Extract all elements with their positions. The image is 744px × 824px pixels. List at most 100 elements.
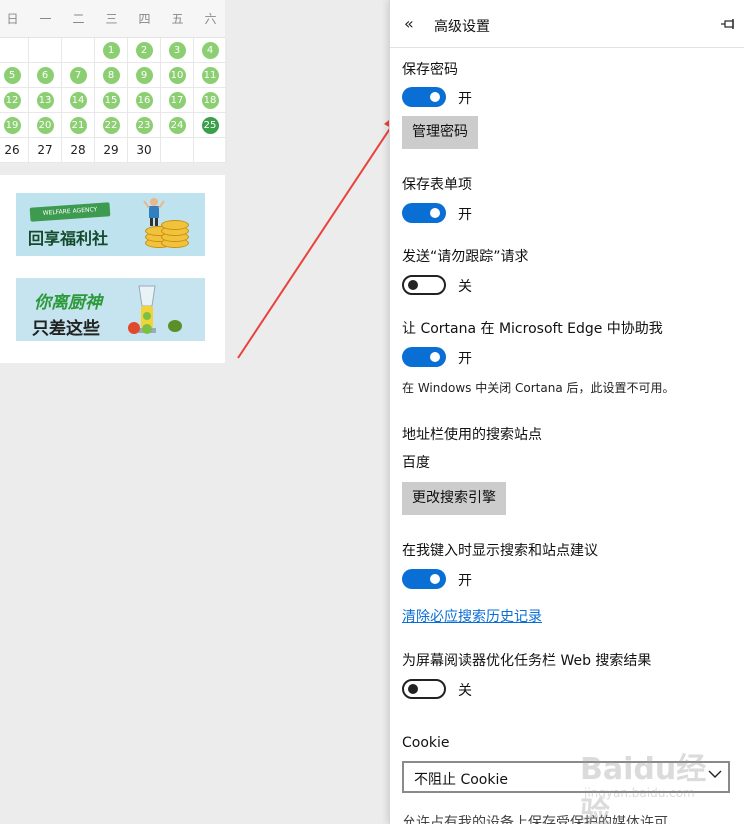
baidu-watermark: Baidu经验 jingyan.baidu.com [574, 740, 724, 824]
ad-title: 回享福利社 [28, 229, 109, 248]
save-password-state: 开 [458, 91, 472, 107]
save-forms-toggle[interactable] [402, 203, 446, 223]
calendar-day-cell[interactable]: 28 [62, 138, 95, 163]
pin-icon[interactable] [721, 18, 737, 30]
calendar-day-cell[interactable]: 9 [128, 63, 161, 88]
change-search-engine-button[interactable]: 更改搜索引擎 [402, 482, 506, 515]
save-password-label: 保存密码 [402, 62, 458, 78]
calendar-day-cell[interactable]: 2 [128, 38, 161, 63]
coins-icon [145, 214, 191, 250]
calendar-day-cell[interactable]: 21 [62, 113, 95, 138]
cookie-label: Cookie [402, 735, 450, 751]
do-not-track-state: 关 [458, 279, 472, 295]
calendar-day: 14 [69, 91, 87, 109]
calendar-day-cell[interactable]: 17 [161, 88, 194, 113]
ad-banner-chef[interactable]: 你离厨神 只差这些 [16, 278, 205, 341]
calendar-day: 7 [69, 66, 87, 84]
do-not-track-toggle[interactable] [402, 275, 446, 295]
calendar-day: 22 [102, 116, 120, 134]
calendar-day: 11 [201, 66, 219, 84]
fruit-icon [168, 320, 182, 332]
search-suggestions-toggle[interactable] [402, 569, 446, 589]
screen-reader-toggle[interactable] [402, 679, 446, 699]
calendar-day-cell[interactable]: 22 [95, 113, 128, 138]
calendar-day-cell[interactable]: 16 [128, 88, 161, 113]
calendar-day-cell[interactable]: 12 [0, 88, 29, 113]
save-password-toggle[interactable] [402, 87, 446, 107]
calendar-day: 23 [135, 116, 153, 134]
save-forms-label: 保存表单项 [402, 177, 472, 193]
search-suggestions-state: 开 [458, 573, 472, 589]
search-site-label: 地址栏使用的搜索站点 [402, 427, 542, 443]
double-chevron-left-icon[interactable]: « [404, 14, 414, 33]
calendar-day-cell[interactable]: 15 [95, 88, 128, 113]
calendar-day-cell[interactable]: 6 [29, 63, 62, 88]
calendar-day: 19 [3, 116, 21, 134]
weekday-label: 日 [6, 12, 19, 26]
watermark-url: jingyan.baidu.com [584, 786, 695, 800]
clear-bing-history-link[interactable]: 清除必应搜索历史记录 [402, 606, 542, 626]
calendar-day-cell[interactable]: 14 [62, 88, 95, 113]
weekday-label: 三 [105, 12, 118, 26]
calendar-day: 6 [36, 66, 54, 84]
calendar-day-cell[interactable]: 8 [95, 63, 128, 88]
calendar-day-cell[interactable]: 24 [161, 113, 194, 138]
cortana-label: 让 Cortana 在 Microsoft Edge 中协助我 [402, 321, 663, 337]
calendar-day-cell [161, 138, 194, 163]
advanced-settings-panel: « 高级设置 保存密码 开 管理密码 保存表单项 开 发送“请勿跟踪”请求 关 … [389, 0, 744, 824]
ad-panel: WELFARE AGENCY 回享福利社 你离厨神 只差这些 [0, 175, 225, 363]
calendar-day-cell[interactable]: 5 [0, 63, 29, 88]
calendar-day-cell[interactable]: 23 [128, 113, 161, 138]
calendar: 日一二三四五六 1 2 3 4 5 6 7 8 9 10 11 12 13 14 15 16 17 18 19 20 2… [0, 0, 227, 163]
calendar-day: 1 [102, 41, 120, 59]
calendar-day-cell[interactable]: 25 [194, 113, 227, 138]
calendar-day-cell[interactable]: 19 [0, 113, 29, 138]
weekday-label: 五 [171, 12, 184, 26]
calendar-day: 9 [135, 66, 153, 84]
calendar-day: 27 [37, 143, 53, 157]
manage-passwords-button[interactable]: 管理密码 [402, 116, 478, 149]
panel-title: 高级设置 [434, 19, 490, 35]
weekday-label: 四 [138, 12, 151, 26]
calendar-day: 5 [3, 66, 21, 84]
weekday-label: 二 [72, 12, 85, 26]
calendar-day-cell[interactable]: 29 [95, 138, 128, 163]
calendar-day-cell[interactable]: 11 [194, 63, 227, 88]
calendar-day-cell[interactable]: 30 [128, 138, 161, 163]
calendar-day: 8 [102, 66, 120, 84]
screen-reader-state: 关 [458, 683, 472, 699]
cortana-state: 开 [458, 351, 472, 367]
weekday-label: 六 [204, 12, 217, 26]
calendar-day: 25 [201, 116, 219, 134]
calendar-day: 24 [168, 116, 186, 134]
calendar-day: 4 [201, 41, 219, 59]
cortana-toggle[interactable] [402, 347, 446, 367]
ad-banner-welfare[interactable]: WELFARE AGENCY 回享福利社 [16, 193, 205, 256]
calendar-day-cell[interactable]: 3 [161, 38, 194, 63]
ad-ribbon: WELFARE AGENCY [29, 202, 111, 222]
calendar-day-cell[interactable]: 20 [29, 113, 62, 138]
ad-line-1: 你离厨神 [34, 293, 102, 313]
calendar-day-cell [0, 38, 29, 63]
calendar-day-cell[interactable]: 7 [62, 63, 95, 88]
weekday-label: 一 [39, 12, 52, 26]
calendar-day: 20 [36, 116, 54, 134]
calendar-day: 10 [168, 66, 186, 84]
calendar-day-cell[interactable]: 13 [29, 88, 62, 113]
calendar-day-cell[interactable]: 27 [29, 138, 62, 163]
cortana-note: 在 Windows 中关闭 Cortana 后，此设置不可用。 [402, 381, 675, 395]
calendar-day-cell[interactable]: 4 [194, 38, 227, 63]
search-site-value: 百度 [402, 455, 430, 471]
calendar-day-cell[interactable]: 1 [95, 38, 128, 63]
calendar-day-cell[interactable]: 26 [0, 138, 29, 163]
fruit-icon [142, 324, 152, 334]
calendar-day: 3 [168, 41, 186, 59]
panel-header: « 高级设置 [390, 0, 744, 48]
calendar-day-cell[interactable]: 10 [161, 63, 194, 88]
calendar-day-cell [194, 138, 227, 163]
calendar-grid: 1 2 3 4 5 6 7 8 9 10 11 12 13 14 15 16 17 18 19 20 21 22 23 24 2… [0, 38, 227, 163]
calendar-day-cell[interactable]: 18 [194, 88, 227, 113]
calendar-day-cell [29, 38, 62, 63]
calendar-day: 29 [103, 143, 119, 157]
ad-line-2: 只差这些 [32, 319, 100, 339]
